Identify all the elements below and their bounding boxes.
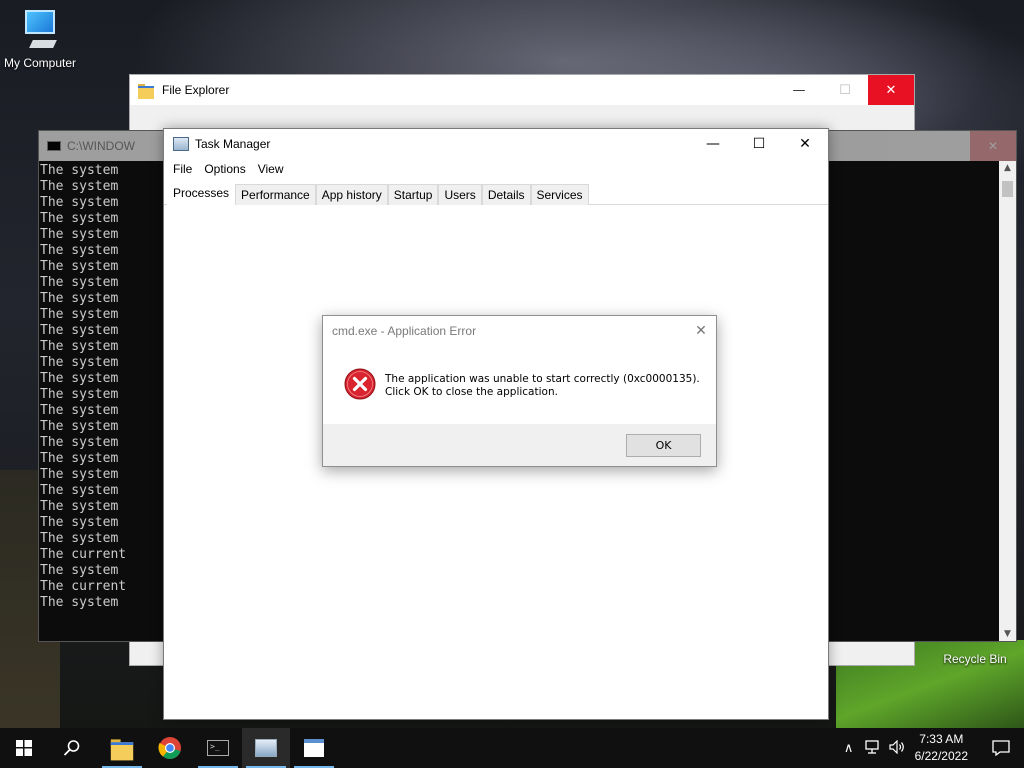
dialog-titlebar[interactable]: cmd.exe - Application Error ✕	[323, 316, 716, 346]
desktop-icon-label: Recycle Bin	[943, 652, 1007, 666]
scrollbar-thumb[interactable]	[1002, 181, 1013, 197]
ok-button[interactable]: OK	[626, 434, 701, 457]
menu-options[interactable]: Options	[198, 162, 251, 176]
taskbar-chrome[interactable]	[146, 728, 194, 768]
desktop-icon-recycle-bin[interactable]: Recycle Bin	[935, 652, 1015, 666]
system-tray: ∧ 7:33 AM 6/22/2022	[837, 728, 1024, 768]
tab-performance[interactable]: Performance	[235, 184, 316, 205]
taskbar: >_ ∧ 7:33 AM 6/22/2022	[0, 728, 1024, 768]
clock-date: 6/22/2022	[914, 749, 968, 763]
file-explorer-titlebar[interactable]: File Explorer — ☐ ✕	[130, 75, 914, 105]
console-title: C:\WINDOW	[67, 139, 135, 153]
search-icon	[63, 740, 80, 756]
menu-view[interactable]: View	[252, 162, 290, 176]
tab-users[interactable]: Users	[438, 184, 482, 205]
dialog-message: The application was unable to start corr…	[385, 373, 700, 399]
tab-services[interactable]: Services	[530, 184, 589, 205]
clock[interactable]: 7:33 AM 6/22/2022	[915, 731, 968, 765]
search-button[interactable]	[48, 728, 96, 768]
notification-icon	[992, 740, 1010, 756]
taskbar-notepad[interactable]	[290, 728, 338, 768]
close-button[interactable]: ✕	[686, 316, 716, 346]
minimize-button[interactable]: —	[690, 129, 736, 159]
task-manager-titlebar[interactable]: Task Manager — ☐ ✕	[164, 129, 828, 159]
task-manager-icon	[173, 137, 189, 151]
tab-app-history[interactable]: App history	[315, 184, 388, 205]
taskbar-cmd[interactable]: >_	[194, 728, 242, 768]
chrome-icon	[158, 737, 181, 759]
close-button[interactable]: ✕	[868, 75, 914, 105]
taskbar-task-manager[interactable]	[242, 728, 290, 768]
dialog-message-line: Click OK to close the application.	[385, 386, 558, 398]
task-manager-icon	[255, 739, 277, 757]
scroll-down-icon[interactable]: ▼	[999, 629, 1016, 639]
error-icon	[344, 368, 376, 400]
notifications-button[interactable]	[978, 728, 1024, 768]
notepad-icon	[304, 739, 324, 757]
close-button[interactable]: ✕	[782, 129, 828, 159]
close-button[interactable]: ✕	[970, 131, 1016, 161]
taskbar-file-explorer[interactable]	[98, 728, 146, 768]
tab-startup[interactable]: Startup	[387, 184, 439, 205]
tab-details[interactable]: Details	[481, 184, 531, 205]
cmd-icon	[47, 141, 61, 151]
minimize-button[interactable]: —	[776, 75, 822, 105]
folder-icon	[138, 83, 154, 99]
desktop-icon-my-computer[interactable]: My Computer	[0, 10, 80, 70]
menu-bar: File Options View	[164, 159, 828, 179]
error-dialog[interactable]: cmd.exe - Application Error ✕ The applic…	[322, 315, 717, 467]
dialog-message-line: The application was unable to start corr…	[385, 373, 700, 385]
chevron-up-icon[interactable]: ∧	[837, 740, 861, 756]
clock-time: 7:33 AM	[919, 732, 964, 746]
volume-icon[interactable]	[885, 739, 909, 757]
cmd-icon: >_	[207, 740, 229, 756]
dialog-body: The application was unable to start corr…	[323, 346, 716, 424]
start-button[interactable]	[0, 728, 48, 768]
desktop-icon-label: My Computer	[3, 56, 77, 70]
menu-file[interactable]: File	[167, 162, 198, 176]
maximize-button[interactable]: ☐	[822, 75, 868, 105]
tab-processes[interactable]: Processes	[167, 182, 236, 206]
console-scrollbar[interactable]: ▲ ▼	[999, 161, 1016, 641]
file-explorer-title: File Explorer	[162, 83, 230, 97]
start-icon	[16, 740, 32, 756]
dialog-footer: OK	[323, 424, 716, 466]
network-icon[interactable]	[861, 739, 885, 757]
tab-strip: Processes Performance App history Startu…	[164, 182, 828, 206]
scroll-up-icon[interactable]: ▲	[999, 163, 1016, 173]
file-explorer-icon	[110, 738, 134, 760]
maximize-button[interactable]: ☐	[736, 129, 782, 159]
computer-icon	[21, 10, 59, 52]
task-manager-title: Task Manager	[195, 137, 271, 151]
dialog-title: cmd.exe - Application Error	[332, 324, 477, 338]
